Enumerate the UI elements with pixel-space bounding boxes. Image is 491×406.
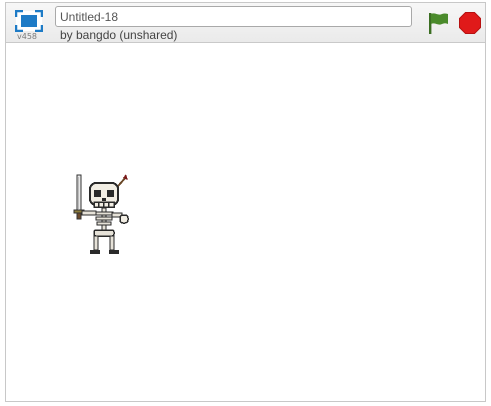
skeleton-knight-sprite[interactable] bbox=[72, 171, 132, 257]
scratch-player: v458 by bangdo (unshared) bbox=[5, 2, 486, 402]
author-line: by bangdo (unshared) bbox=[60, 28, 178, 42]
fullscreen-icon[interactable] bbox=[15, 10, 43, 32]
player-topbar: v458 by bangdo (unshared) bbox=[6, 3, 485, 43]
green-flag-icon[interactable] bbox=[427, 11, 449, 35]
version-label: v458 bbox=[17, 32, 38, 41]
stop-sign-icon[interactable] bbox=[459, 12, 481, 34]
stage-canvas[interactable] bbox=[6, 43, 485, 401]
project-title-input[interactable] bbox=[55, 6, 412, 27]
